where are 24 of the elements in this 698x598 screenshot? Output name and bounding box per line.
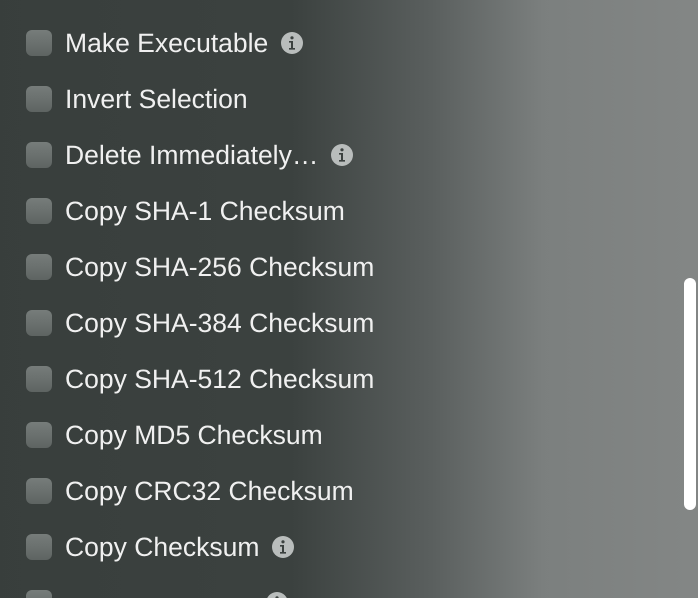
action-label: Make Executable: [65, 28, 268, 58]
action-label: Delete Immediately…: [65, 140, 318, 170]
checkbox[interactable]: [26, 478, 52, 504]
info-icon[interactable]: [280, 31, 304, 55]
action-label: Copy SHA-1 Checksum: [65, 196, 345, 226]
action-label: Invert Selection: [65, 84, 248, 114]
action-label: Copy CRC32 Checksum: [65, 476, 354, 506]
checkbox[interactable]: [26, 30, 52, 56]
checkbox[interactable]: [26, 86, 52, 112]
action-label: Copy SHA-512 Checksum: [65, 364, 374, 394]
checkbox[interactable]: [26, 534, 52, 560]
action-label: Copy MD5 Checksum: [65, 420, 323, 450]
info-icon[interactable]: [330, 143, 354, 167]
checkbox[interactable]: [26, 198, 52, 224]
checkbox[interactable]: [26, 422, 52, 448]
action-label: Copy SHA-256 Checksum: [65, 252, 374, 282]
action-label: Copy SHA-384 Checksum: [65, 308, 374, 338]
checkbox[interactable]: [26, 310, 52, 336]
info-icon[interactable]: [271, 535, 296, 559]
checkbox[interactable]: [26, 366, 52, 392]
checkbox[interactable]: [26, 142, 52, 168]
scrollbar[interactable]: [684, 278, 696, 510]
action-label: Copy Checksum: [65, 532, 260, 562]
checkbox[interactable]: [26, 254, 52, 280]
